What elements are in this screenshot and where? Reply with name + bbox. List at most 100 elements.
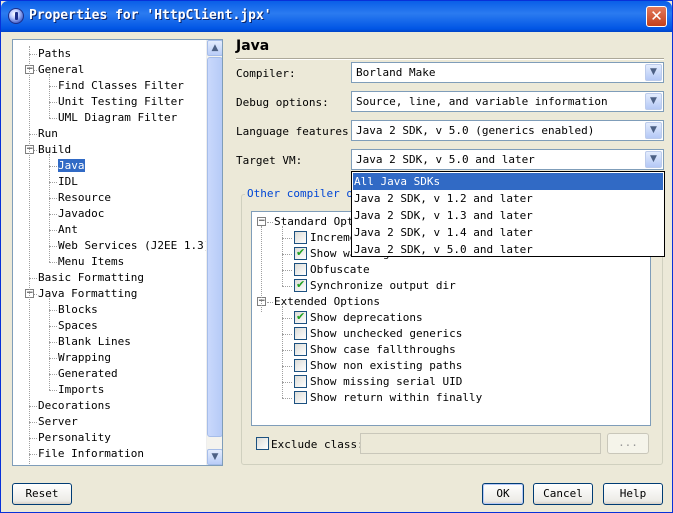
tree-connector xyxy=(29,406,37,407)
tree-item[interactable]: File Information xyxy=(38,446,144,462)
tree-item[interactable]: Server xyxy=(38,414,78,430)
tree-item[interactable]: Spaces xyxy=(58,318,98,334)
tree-item[interactable]: Generated xyxy=(58,366,118,382)
option-checkbox[interactable] xyxy=(294,375,307,388)
option-label: Show return within finally xyxy=(310,391,483,404)
tree-item-label: Find Classes Filter xyxy=(58,79,184,92)
option-checkbox[interactable] xyxy=(294,327,307,340)
option-label: Show missing serial UID xyxy=(310,375,463,388)
option-label: Show case fallthroughs xyxy=(310,343,456,356)
tree-item[interactable]: Paths xyxy=(38,46,71,62)
tree-connector xyxy=(282,318,292,319)
tree-connector xyxy=(282,226,283,286)
target-vm-option[interactable]: Java 2 SDK, v 1.3 and later xyxy=(353,207,663,224)
chevron-down-icon[interactable]: ▼ xyxy=(645,93,662,110)
tree-connector xyxy=(282,238,292,239)
help-button[interactable]: Help xyxy=(603,483,663,505)
tree-item[interactable]: Blank Lines xyxy=(58,334,131,350)
cancel-button[interactable]: Cancel xyxy=(533,483,593,505)
tree-item[interactable]: Blocks xyxy=(58,302,98,318)
tree-item-label: Server xyxy=(38,415,78,428)
tree-connector xyxy=(29,46,30,465)
close-button[interactable]: ✕ xyxy=(646,6,667,27)
tree-item[interactable]: Java xyxy=(58,158,85,174)
extended-options-group: Extended Options xyxy=(274,295,380,308)
tree-item[interactable]: Decorations xyxy=(38,398,111,414)
tree-connector xyxy=(29,278,37,279)
tree-connector xyxy=(282,366,292,367)
ok-button[interactable]: OK xyxy=(482,483,524,505)
tree-item[interactable]: Java Formatting xyxy=(38,286,137,302)
tree-connector xyxy=(49,358,57,359)
tree-connector xyxy=(49,342,57,343)
chevron-down-icon[interactable]: ▼ xyxy=(645,122,662,139)
tree-item[interactable]: Run xyxy=(38,126,58,142)
tree-item-label: Run xyxy=(38,127,58,140)
tree-scrollbar[interactable]: ▲ ▼ xyxy=(206,40,222,465)
tree-item[interactable]: Javadoc xyxy=(58,206,104,222)
tree-item[interactable]: Unit Testing Filter xyxy=(58,94,184,110)
option-checkbox[interactable] xyxy=(294,359,307,372)
tree-item[interactable]: Imports xyxy=(58,382,104,398)
tree-item-label: Menu Items xyxy=(58,255,125,268)
exclude-class-label: Exclude class: xyxy=(271,438,364,451)
debug-options-label: Debug options: xyxy=(236,96,329,109)
target-vm-value: Java 2 SDK, v 5.0 and later xyxy=(356,153,535,166)
tree-item[interactable]: Basic Formatting xyxy=(38,270,144,286)
tree-item-label: Web Services (J2EE 1.3) xyxy=(58,239,211,252)
collapse-icon[interactable]: − xyxy=(257,217,266,226)
chevron-down-icon[interactable]: ▼ xyxy=(645,151,662,168)
scroll-thumb[interactable] xyxy=(207,57,222,437)
scroll-down-icon[interactable]: ▼ xyxy=(207,449,222,465)
exclude-class-field[interactable] xyxy=(360,433,601,454)
option-checkbox[interactable] xyxy=(294,231,307,244)
tree-item[interactable]: Build xyxy=(38,142,71,158)
tree-item-label: Spaces xyxy=(58,319,98,332)
tree-item-label: Paths xyxy=(38,47,72,60)
target-vm-select[interactable]: Java 2 SDK, v 5.0 and later ▼ xyxy=(351,149,664,170)
option-checkbox[interactable] xyxy=(294,263,307,276)
tree-item[interactable]: Find Classes Filter xyxy=(58,78,184,94)
tree-item-label: Wrapping xyxy=(58,351,111,364)
tree-connector xyxy=(49,198,57,199)
option-label: Show non existing paths xyxy=(310,359,463,372)
option-checkbox[interactable] xyxy=(294,391,307,404)
option-checkbox[interactable] xyxy=(294,310,307,324)
option-checkbox[interactable] xyxy=(294,246,307,260)
browse-button[interactable]: ... xyxy=(607,433,649,454)
debug-options-select[interactable]: Source, line, and variable information ▼ xyxy=(351,91,664,112)
target-vm-option[interactable]: Java 2 SDK, v 1.2 and later xyxy=(353,190,663,207)
option-checkbox[interactable] xyxy=(294,278,307,292)
tree-connector xyxy=(49,326,57,327)
chevron-down-icon[interactable]: ▼ xyxy=(645,64,662,81)
tree-item[interactable]: Personality xyxy=(38,430,111,446)
tree-item[interactable]: IDL xyxy=(58,174,78,190)
tree-connector xyxy=(49,262,57,263)
tree-item[interactable]: Ant xyxy=(58,222,78,238)
option-label: Obfuscate xyxy=(310,263,370,276)
compiler-select[interactable]: Borland Make ▼ xyxy=(351,62,664,83)
tree-item[interactable]: Code Style xyxy=(38,462,104,465)
target-vm-option[interactable]: Java 2 SDK, v 1.4 and later xyxy=(353,224,663,241)
title-bar[interactable]: Properties for 'HttpClient.jpx' ✕ xyxy=(1,1,672,32)
target-vm-option[interactable]: All Java SDKs xyxy=(353,173,663,190)
tree-item[interactable]: Resource xyxy=(58,190,111,206)
tree-item[interactable]: Web Services (J2EE 1.3) xyxy=(58,238,210,254)
tree-connector xyxy=(49,74,50,118)
language-features-select[interactable]: Java 2 SDK, v 5.0 (generics enabled) ▼ xyxy=(351,120,664,141)
option-checkbox[interactable] xyxy=(294,343,307,356)
target-vm-option[interactable]: Java 2 SDK, v 5.0 and later xyxy=(353,241,663,258)
reset-button[interactable]: Reset xyxy=(12,483,72,505)
tree-item-label: General xyxy=(38,63,85,76)
tree-connector xyxy=(29,422,37,423)
exclude-class-checkbox[interactable] xyxy=(256,437,269,450)
tree-item[interactable]: Wrapping xyxy=(58,350,111,366)
tree-connector xyxy=(49,154,50,262)
tree-item[interactable]: UML Diagram Filter xyxy=(58,110,177,126)
properties-dialog: Properties for 'HttpClient.jpx' ✕ Paths −… xyxy=(0,0,673,513)
tree-connector xyxy=(29,134,37,135)
tree-item[interactable]: Menu Items xyxy=(58,254,124,270)
tree-item[interactable]: General xyxy=(38,62,84,78)
tree-connector xyxy=(282,306,283,398)
scroll-up-icon[interactable]: ▲ xyxy=(207,40,222,56)
